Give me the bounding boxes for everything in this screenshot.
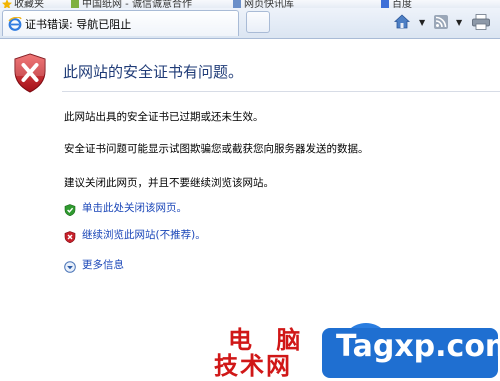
red-shield-icon — [64, 228, 76, 244]
expand-chevron-icon — [64, 258, 76, 273]
favorites-item[interactable]: 百度 — [380, 0, 412, 8]
print-button[interactable] — [471, 13, 493, 31]
home-button[interactable]: ▼ — [393, 13, 427, 31]
tab-title: 证书错误: 导航已阻止 — [25, 18, 132, 31]
watermark-domain: Tagxp.com — [336, 329, 500, 364]
print-icon — [472, 14, 490, 30]
error-title: 此网站的安全证书有问题。 — [63, 63, 244, 81]
error-recommendation: 建议关闭此网页，并且不要继续浏览该网站。 — [64, 177, 274, 189]
error-shield-icon — [13, 53, 47, 93]
continue-to-website-link[interactable]: 继续浏览此网站(不推荐)。 — [64, 226, 234, 244]
tab-row: 证书错误: 导航已阻止 ▼ ▼ — [0, 8, 500, 39]
more-information-toggle[interactable]: 更多信息 — [64, 256, 154, 273]
chevron-down-icon[interactable]: ▼ — [419, 18, 425, 27]
green-shield-icon — [64, 201, 76, 217]
favorites-item[interactable]: 网页快讯库 — [232, 0, 294, 8]
title-divider — [62, 91, 500, 92]
chevron-down-icon[interactable]: ▼ — [456, 18, 462, 27]
new-tab-button[interactable] — [246, 11, 270, 33]
error-description: 此网站出具的安全证书已过期或还未生效。 — [64, 111, 264, 123]
tab-certificate-error[interactable]: 证书错误: 导航已阻止 — [2, 10, 239, 36]
error-explanation: 安全证书问题可能显示试图欺骗您或截获您向服务器发送的数据。 — [64, 143, 369, 155]
watermark-text-line2: 技术网 — [214, 352, 292, 380]
continue-link-text[interactable]: 继续浏览此网站(不推荐)。 — [82, 227, 206, 242]
feeds-button[interactable]: ▼ — [432, 13, 466, 31]
site-watermark: 电 脑 技术网 Tagxp.com — [212, 300, 500, 380]
favorites-item[interactable]: 中国纸网 - 诚信诚意合作 — [70, 0, 192, 8]
ie-logo-icon — [8, 16, 22, 31]
feeds-icon — [434, 15, 448, 29]
home-icon — [393, 14, 411, 29]
close-page-link[interactable]: 单击此处关闭该网页。 — [64, 199, 204, 217]
more-info-text[interactable]: 更多信息 — [82, 257, 124, 272]
favorites-item[interactable]: 收藏夹 — [2, 0, 44, 8]
close-page-link-text[interactable]: 单击此处关闭该网页。 — [82, 200, 187, 215]
